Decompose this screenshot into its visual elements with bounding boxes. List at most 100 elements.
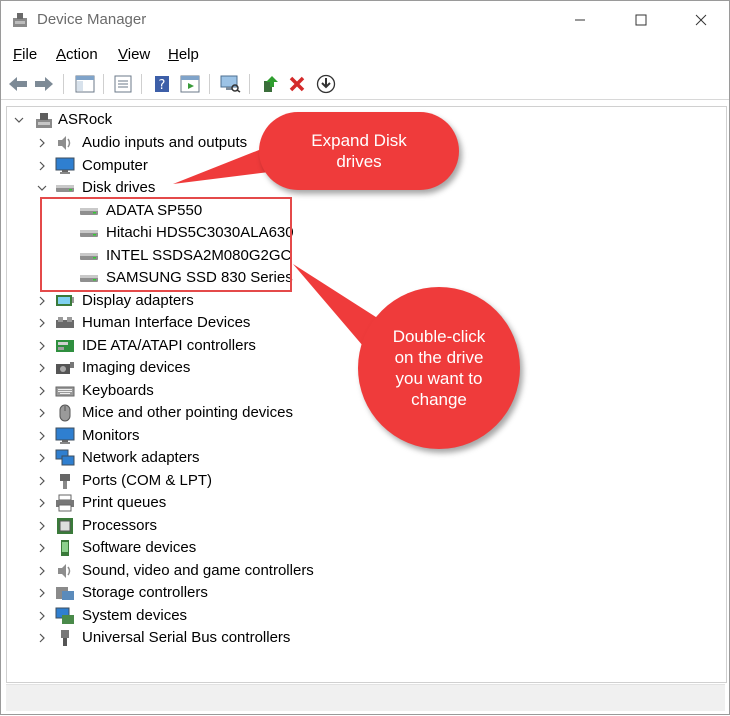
download-icon — [316, 74, 336, 94]
tree-category[interactable]: Storage controllers — [82, 582, 208, 604]
menu-view[interactable]: View — [118, 46, 150, 63]
show-hide-console-tree-icon — [75, 75, 95, 93]
tree-category[interactable]: Human Interface Devices — [82, 312, 250, 334]
hid-icon — [56, 317, 74, 328]
monitor-icon — [55, 157, 75, 174]
menu-action-accel: A — [56, 46, 67, 63]
menu-action-label: ction — [66, 46, 98, 63]
maximize-button[interactable] — [618, 1, 664, 39]
menu-help[interactable]: Help — [168, 46, 199, 63]
menu-help-label: elp — [178, 46, 199, 63]
tree-category[interactable]: Print queues — [82, 492, 166, 514]
toolbar-separator — [103, 74, 104, 94]
camera-icon — [56, 362, 74, 374]
scan-hardware-icon — [220, 75, 241, 93]
processor-icon — [57, 518, 73, 534]
update-driver-icon — [264, 76, 278, 92]
svg-text:?: ? — [159, 78, 166, 93]
tree-category[interactable]: Imaging devices — [82, 357, 190, 379]
chevron-right-icon[interactable] — [37, 341, 47, 351]
minimize-icon — [575, 19, 585, 21]
tree-category[interactable]: Monitors — [82, 425, 140, 447]
chevron-right-icon[interactable] — [37, 611, 47, 621]
update-driver-button[interactable] — [259, 73, 281, 95]
tree-category[interactable]: IDE ATA/ATAPI controllers — [82, 335, 256, 357]
ide-controller-icon — [56, 340, 74, 352]
highlight-box — [40, 197, 292, 292]
chevron-down-icon[interactable] — [14, 115, 24, 125]
device-manager-window: Device Manager File Action View Help ? A… — [0, 0, 730, 715]
action-pane-icon — [180, 75, 200, 93]
uninstall-button[interactable] — [286, 73, 308, 95]
toolbar-separator — [141, 74, 142, 94]
scan-hardware-button[interactable] — [219, 73, 241, 95]
tree-category[interactable]: Processors — [82, 515, 157, 537]
action-pane-button[interactable] — [179, 73, 201, 95]
back-button[interactable] — [7, 73, 29, 95]
status-bar — [6, 684, 725, 711]
chevron-right-icon[interactable] — [37, 318, 47, 328]
chevron-right-icon[interactable] — [37, 386, 47, 396]
chevron-right-icon[interactable] — [37, 296, 47, 306]
properties-icon — [114, 75, 132, 93]
tree-category[interactable]: Ports (COM & LPT) — [82, 470, 212, 492]
menu-help-accel: H — [168, 46, 179, 63]
chevron-right-icon[interactable] — [37, 408, 47, 418]
chevron-right-icon[interactable] — [37, 431, 47, 441]
menu-bar: File Action View Help — [1, 39, 729, 69]
chevron-right-icon[interactable] — [37, 453, 47, 463]
tree-category[interactable]: Keyboards — [82, 380, 154, 402]
title-bar: Device Manager — [1, 1, 729, 39]
chevron-down-icon[interactable] — [37, 183, 47, 193]
device-manager-app-icon — [13, 13, 27, 27]
toolbar-separator — [249, 74, 250, 94]
tree-category[interactable]: Sound, video and game controllers — [82, 560, 314, 582]
close-button[interactable] — [678, 1, 724, 39]
tree-category[interactable]: System devices — [82, 605, 187, 627]
chevron-right-icon[interactable] — [37, 521, 47, 531]
chevron-right-icon[interactable] — [37, 543, 47, 553]
chevron-right-icon[interactable] — [37, 138, 47, 148]
download-button[interactable] — [315, 73, 337, 95]
minimize-button[interactable] — [557, 1, 603, 39]
toolbar-separator — [209, 74, 210, 94]
help-button[interactable]: ? — [151, 73, 173, 95]
menu-action[interactable]: Action — [56, 46, 98, 63]
computer-root-icon — [36, 113, 52, 128]
doubleclick-callout-text: Double-click on the drive you want to ch… — [392, 327, 486, 409]
tree-category[interactable]: Display adapters — [82, 290, 194, 312]
forward-button[interactable] — [33, 73, 55, 95]
menu-file[interactable]: File — [13, 46, 37, 63]
chevron-right-icon[interactable] — [37, 476, 47, 486]
tree-category[interactable]: Disk drives — [82, 177, 155, 199]
chevron-right-icon[interactable] — [37, 566, 47, 576]
double-click-callout: Double-click on the drive you want to ch… — [358, 287, 520, 449]
window-title: Device Manager — [37, 11, 147, 28]
storage-controller-icon — [56, 587, 74, 600]
toolbar: ? — [1, 69, 729, 100]
speaker-icon — [58, 564, 71, 578]
tree-category[interactable]: Software devices — [82, 537, 196, 559]
chevron-right-icon[interactable] — [37, 161, 47, 171]
network-icon — [55, 449, 75, 466]
console-tree-button[interactable] — [74, 73, 96, 95]
system-device-icon — [55, 607, 74, 624]
properties-button[interactable] — [112, 73, 134, 95]
tree-root-label[interactable]: ASRock — [58, 109, 112, 131]
tree-category[interactable]: Mice and other pointing devices — [82, 402, 293, 424]
back-arrow-icon — [9, 77, 27, 91]
chevron-right-icon[interactable] — [37, 363, 47, 373]
speaker-icon — [58, 136, 71, 150]
tree-category[interactable]: Network adapters — [82, 447, 200, 469]
tree-category[interactable]: Universal Serial Bus controllers — [82, 627, 290, 649]
expand-disk-drives-callout: Expand Disk drives — [259, 112, 459, 190]
tree-category[interactable]: Audio inputs and outputs — [82, 132, 247, 154]
toolbar-separator — [63, 74, 64, 94]
menu-view-label: iew — [127, 46, 151, 63]
maximize-icon — [635, 14, 647, 26]
chevron-right-icon[interactable] — [37, 588, 47, 598]
software-device-icon — [61, 540, 69, 556]
chevron-right-icon[interactable] — [37, 633, 47, 643]
tree-category[interactable]: Computer — [82, 155, 148, 177]
chevron-right-icon[interactable] — [37, 498, 47, 508]
